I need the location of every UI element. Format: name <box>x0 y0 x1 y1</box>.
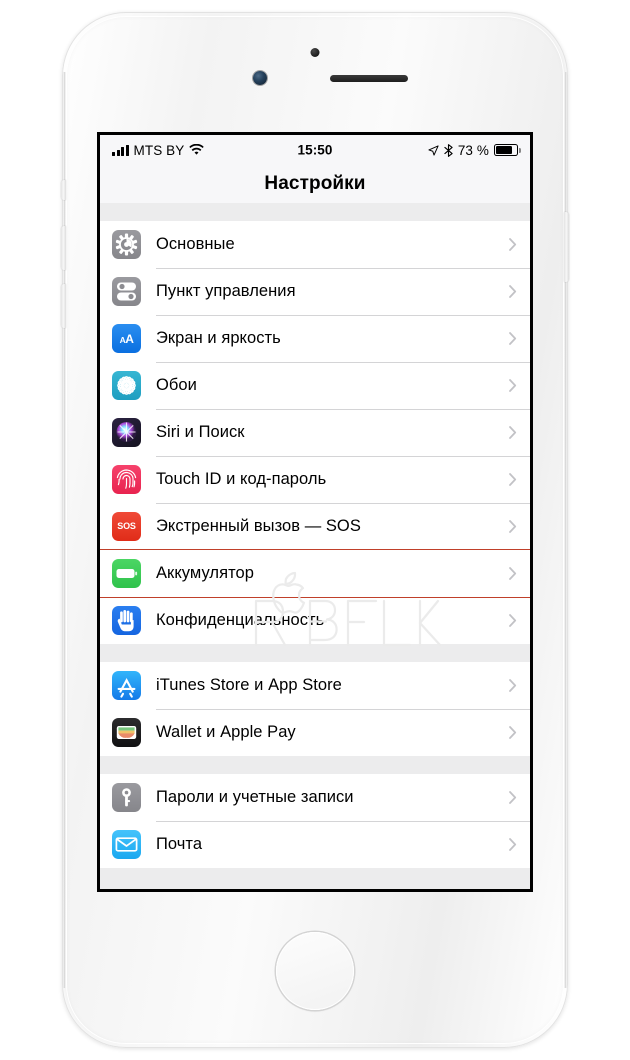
settings-row[interactable]: Wallet и Apple Pay <box>100 709 530 756</box>
settings-row-label: Почта <box>156 835 203 853</box>
mail-icon <box>112 830 141 859</box>
battery-icon <box>494 144 521 156</box>
display-aa-icon: AA <box>112 324 141 353</box>
settings-row[interactable]: SOS Экстренный вызов — SOS <box>100 503 530 550</box>
wallet-icon <box>112 718 141 747</box>
home-button[interactable] <box>276 932 354 1010</box>
status-bar-left: MTS BY <box>112 142 205 158</box>
chevron-right-icon <box>509 379 517 392</box>
chevron-right-icon <box>509 614 517 627</box>
wallpaper-icon <box>112 371 141 400</box>
signal-bars-icon <box>112 144 129 156</box>
chevron-right-icon <box>509 838 517 851</box>
settings-row-label: Аккумулятор <box>156 564 254 582</box>
settings-row-label: Wallet и Apple Pay <box>156 723 296 741</box>
chevron-right-icon <box>509 473 517 486</box>
settings-row-label: Конфиденциальность <box>156 611 325 629</box>
battery-fill <box>496 146 513 154</box>
chevron-right-icon <box>509 791 517 804</box>
settings-row[interactable]: Touch ID и код-пароль <box>100 456 530 503</box>
status-bar-right: 73 % <box>428 142 521 158</box>
settings-row[interactable]: iTunes Store и App Store <box>100 662 530 709</box>
chevron-right-icon <box>509 520 517 533</box>
settings-row-label: Обои <box>156 376 197 394</box>
volume-down-button[interactable] <box>61 284 66 328</box>
navigation-bar: Настройки <box>100 165 530 203</box>
location-arrow-icon <box>428 144 439 156</box>
section-separator <box>100 756 530 774</box>
chevron-right-icon <box>509 567 517 580</box>
settings-row-label: Основные <box>156 235 235 253</box>
chevron-right-icon <box>509 679 517 692</box>
mute-switch[interactable] <box>61 180 66 200</box>
battery-icon <box>112 559 141 588</box>
settings-row[interactable]: AA Экран и яркость <box>100 315 530 362</box>
front-camera-icon <box>253 71 267 85</box>
phone-screen: MTS BY 15:50 73 % Настройки Основные Пун… <box>97 132 533 892</box>
hand-icon <box>112 606 141 635</box>
settings-row-label: Пароли и учетные записи <box>156 788 354 806</box>
power-button[interactable] <box>564 212 569 282</box>
settings-row-label: Экстренный вызов — SOS <box>156 517 361 535</box>
chevron-right-icon <box>509 332 517 345</box>
highlighted-row-battery[interactable]: Аккумулятор <box>100 549 530 598</box>
wifi-icon <box>189 144 205 155</box>
settings-row[interactable]: Почта <box>100 821 530 868</box>
list-top-gap <box>100 203 530 221</box>
battery-percent-label: 73 % <box>457 142 489 158</box>
settings-row-label: Siri и Поиск <box>156 423 245 441</box>
carrier-label: MTS BY <box>133 142 185 158</box>
settings-row[interactable]: Обои <box>100 362 530 409</box>
settings-row[interactable]: Конфиденциальность <box>100 597 530 644</box>
frame-right-edge <box>564 72 567 988</box>
bluetooth-icon <box>444 143 453 157</box>
frame-left-edge <box>63 72 66 988</box>
page-title: Настройки <box>264 173 366 194</box>
settings-row-label: Touch ID и код-пароль <box>156 470 327 488</box>
chevron-right-icon <box>509 726 517 739</box>
settings-row[interactable]: Пароли и учетные записи <box>100 774 530 821</box>
sliders-icon <box>112 277 141 306</box>
status-bar-clock: 15:50 <box>297 142 333 158</box>
gear-icon <box>112 230 141 259</box>
settings-row-label: iTunes Store и App Store <box>156 676 342 694</box>
settings-section: iTunes Store и App Store Wallet и Apple P… <box>100 662 530 756</box>
status-bar: MTS BY 15:50 73 % <box>100 135 530 165</box>
chevron-right-icon <box>509 285 517 298</box>
settings-section: Пароли и учетные записи Почта <box>100 774 530 868</box>
key-icon <box>112 783 141 812</box>
volume-up-button[interactable] <box>61 226 66 270</box>
settings-row[interactable]: Основные <box>100 221 530 268</box>
fingerprint-icon <box>112 465 141 494</box>
app-store-icon <box>112 671 141 700</box>
settings-row-label: Пункт управления <box>156 282 296 300</box>
settings-row-label: Экран и яркость <box>156 329 281 347</box>
section-separator <box>100 644 530 662</box>
settings-row[interactable]: Пункт управления <box>100 268 530 315</box>
siri-icon <box>112 418 141 447</box>
chevron-right-icon <box>509 426 517 439</box>
settings-row[interactable]: Siri и Поиск <box>100 409 530 456</box>
earpiece-speaker <box>330 75 408 82</box>
settings-list[interactable]: Основные Пункт управления AA Экран и яркост… <box>100 203 530 889</box>
settings-section: Основные Пункт управления AA Экран и яркост… <box>100 221 530 644</box>
proximity-sensor-icon <box>310 48 320 57</box>
sos-icon: SOS <box>112 512 141 541</box>
settings-row[interactable]: Аккумулятор <box>100 550 530 597</box>
phone-frame: MTS BY 15:50 73 % Настройки Основные Пун… <box>61 12 569 1048</box>
chevron-right-icon <box>509 238 517 251</box>
